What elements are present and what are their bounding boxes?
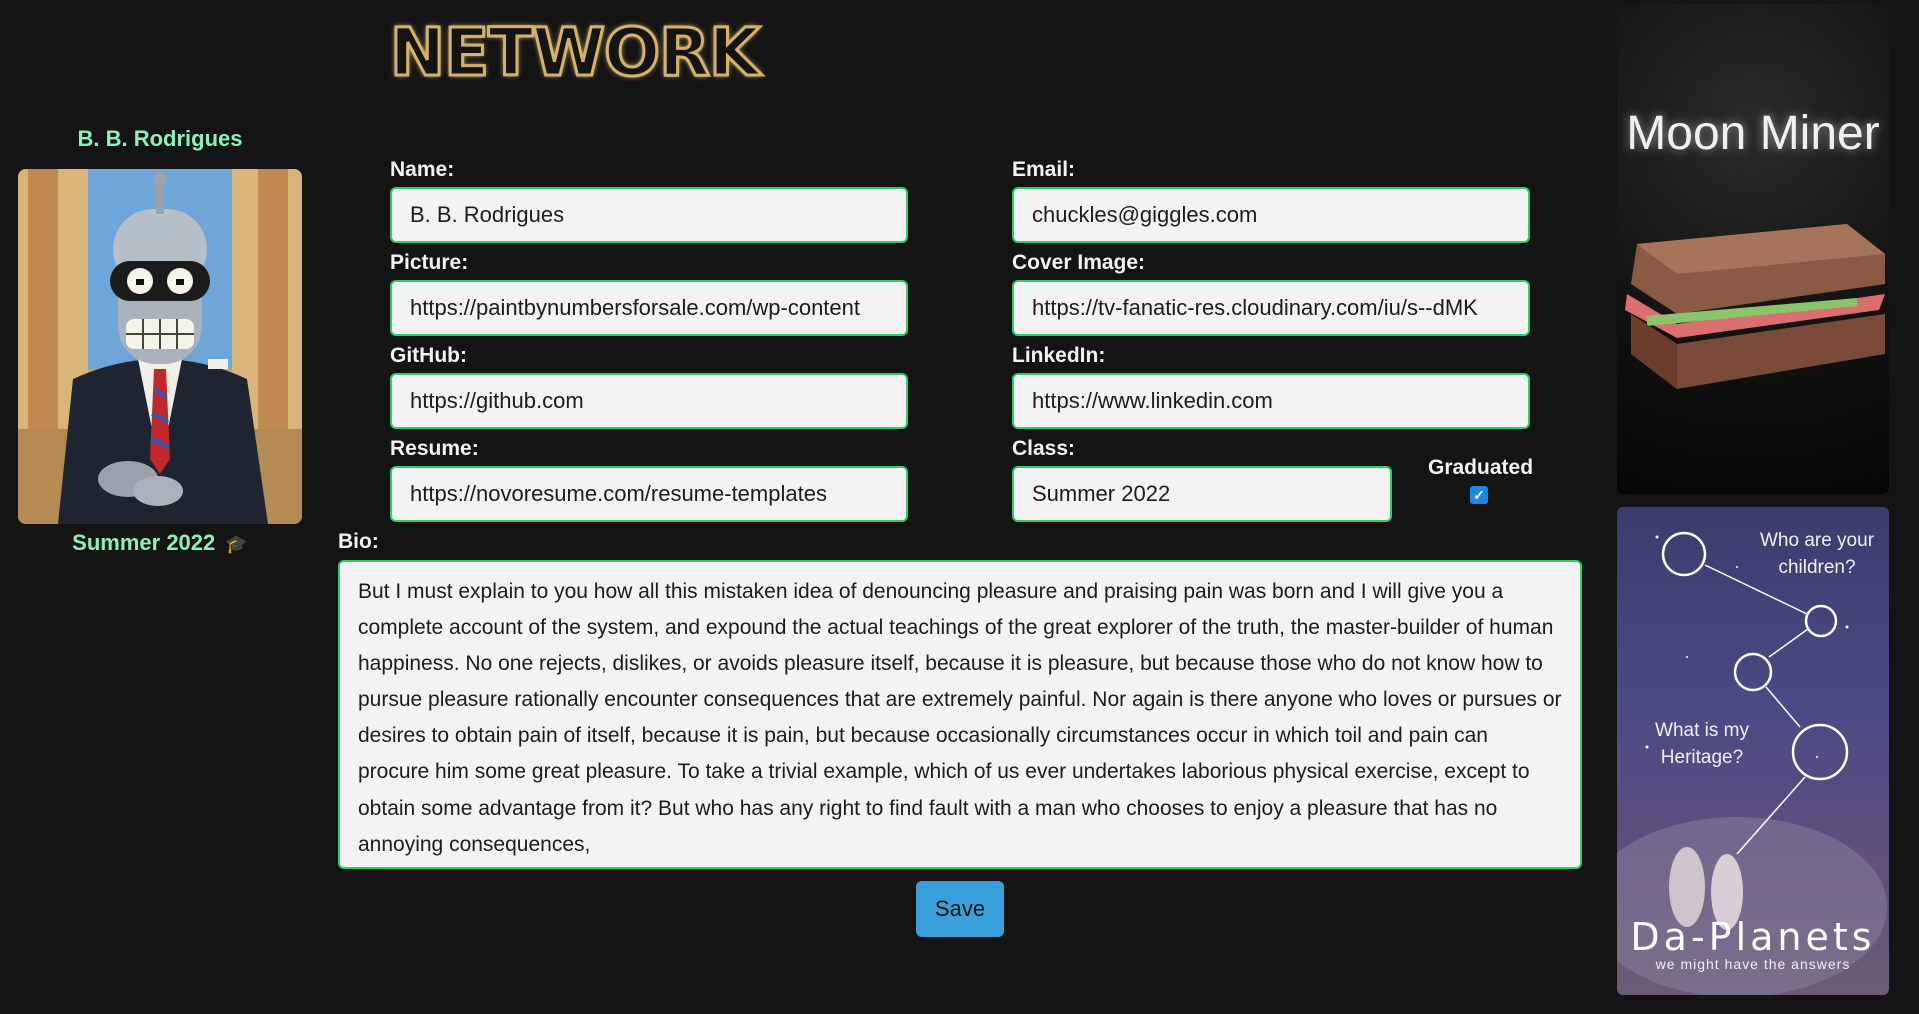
profile-name: B. B. Rodrigues [77, 126, 243, 151]
email-label: Email: [1012, 158, 1076, 181]
picture-label: Picture: [390, 251, 469, 274]
graduated-checkbox[interactable]: ✓ [1470, 486, 1488, 504]
sandwich-image [1625, 224, 1885, 389]
da-planets-brand: Da-Planets [1630, 915, 1876, 959]
cover-image-label: Cover Image: [1012, 251, 1146, 274]
name-label: Name: [390, 158, 455, 181]
ad-question-children: Who are your children? [1759, 530, 1875, 578]
network-logo[interactable]: NETWORK [362, 18, 787, 88]
logo-text: NETWORK [388, 14, 761, 91]
robot-portrait-image [18, 169, 302, 524]
picture-input[interactable] [390, 280, 908, 336]
github-input[interactable] [390, 373, 908, 429]
da-planets-ad[interactable]: Who are your children? What is my Herita… [1617, 507, 1889, 995]
graduated-label: Graduated [1428, 456, 1534, 479]
bio-textarea[interactable]: But I must explain to you how all this m… [338, 560, 1582, 869]
resume-input[interactable] [390, 466, 908, 522]
class-label: Class: [1012, 437, 1076, 460]
resume-label: Resume: [390, 437, 479, 460]
email-input[interactable] [1012, 187, 1530, 243]
class-input[interactable] [1012, 466, 1392, 522]
da-planets-tagline: we might have the answers [1655, 956, 1851, 972]
moon-miner-ad[interactable]: Moon Miner [1617, 4, 1889, 494]
graduation-cap-icon: 🎓 [225, 534, 248, 554]
moon-miner-title: Moon Miner [1626, 107, 1880, 160]
checkmark-icon: ✓ [1473, 486, 1485, 503]
bio-label: Bio: [338, 530, 379, 553]
cover-image-input[interactable] [1012, 280, 1530, 336]
github-label: GitHub: [390, 344, 467, 367]
name-input[interactable] [390, 187, 908, 243]
linkedin-input[interactable] [1012, 373, 1530, 429]
linkedin-label: LinkedIn: [1012, 344, 1106, 367]
save-button[interactable]: Save [916, 881, 1004, 937]
ad-question-heritage: What is my Heritage? [1655, 720, 1749, 768]
profile-class-text: Summer 2022 [72, 530, 216, 555]
profile-class: Summer 2022 🎓 [18, 530, 302, 556]
profile-avatar [18, 169, 302, 524]
